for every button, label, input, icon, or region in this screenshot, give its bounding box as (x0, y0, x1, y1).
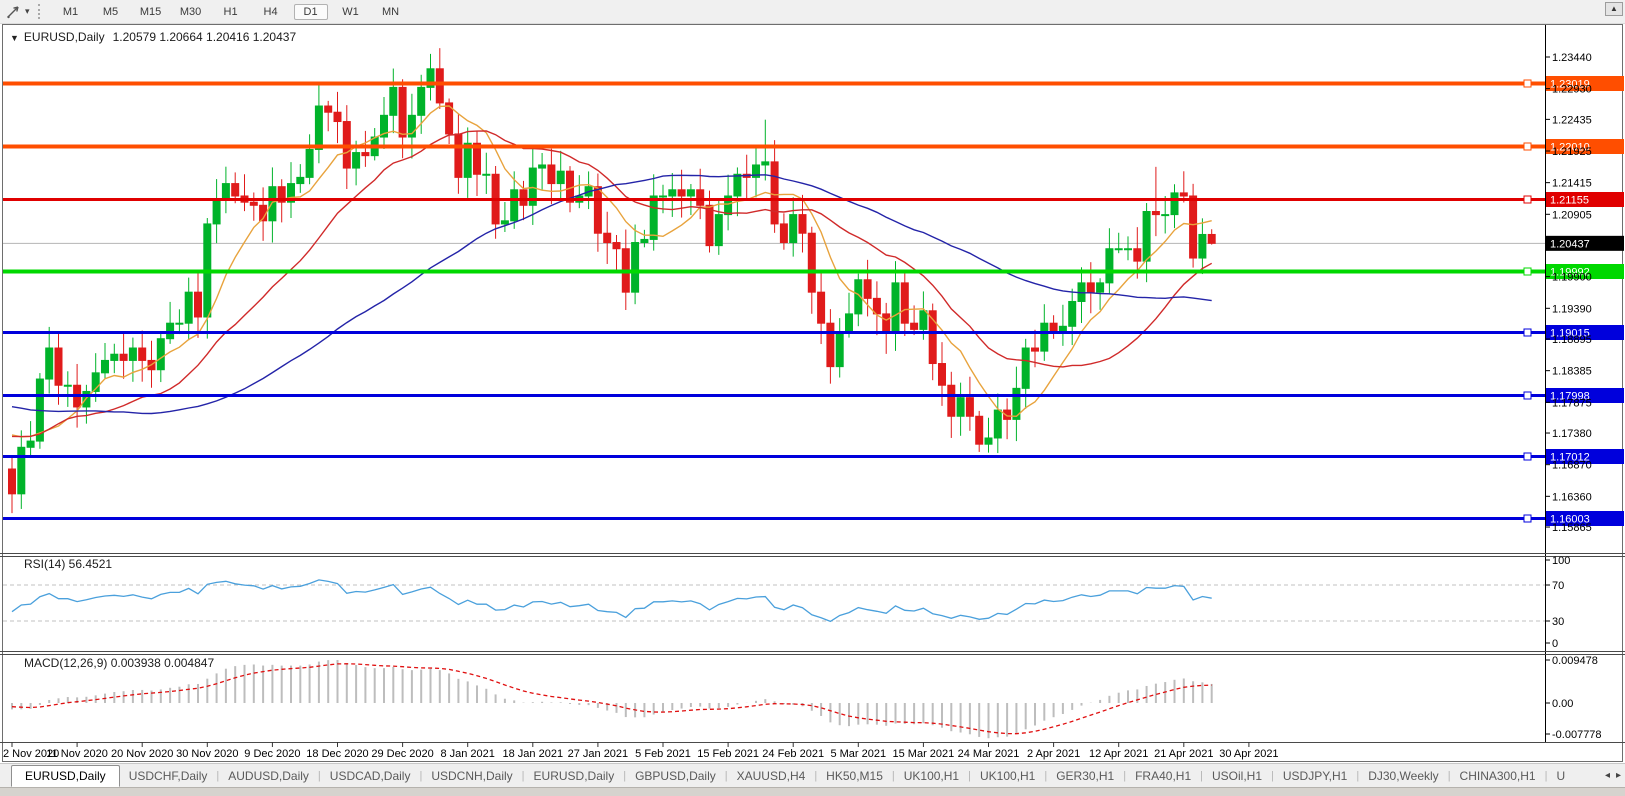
tab-ger30-h1[interactable]: GER30,H1 (1047, 766, 1123, 786)
timeframe-button-h1[interactable]: H1 (214, 4, 248, 20)
chart-ohlc: 1.20579 1.20664 1.20416 1.20437 (113, 30, 297, 44)
tab-uk100-h1[interactable]: UK100,H1 (971, 766, 1044, 786)
svg-text:1.22930: 1.22930 (1552, 84, 1592, 96)
svg-text:0.009478: 0.009478 (1552, 655, 1598, 667)
tab-usdchf-daily[interactable]: USDCHF,Daily (120, 766, 217, 786)
price-chart-canvas[interactable]: 1.230191.220101.211551.199921.190151.179… (0, 0, 1625, 796)
tab-eurusd-daily[interactable]: EURUSD,Daily (11, 765, 120, 787)
svg-text:30 Nov 2020: 30 Nov 2020 (176, 748, 238, 760)
svg-text:100: 100 (1552, 555, 1570, 567)
svg-text:11 Nov 2020: 11 Nov 2020 (46, 748, 108, 760)
macd-title: MACD(12,26,9) 0.003938 0.004847 (24, 656, 214, 670)
svg-text:2 Apr 2021: 2 Apr 2021 (1027, 748, 1080, 760)
svg-text:1.17875: 1.17875 (1552, 397, 1592, 409)
chart-symbol: EURUSD,Daily (24, 30, 105, 44)
toolbar-grip (38, 4, 43, 19)
rsi-title: RSI(14) 56.4521 (24, 557, 112, 571)
svg-text:0: 0 (1552, 638, 1558, 650)
chevron-down-icon[interactable]: ▾ (25, 6, 30, 17)
timeframe-button-m15[interactable]: M15 (134, 4, 168, 20)
svg-text:1.16360: 1.16360 (1552, 491, 1592, 503)
level-handle[interactable] (1524, 392, 1531, 399)
scroll-up-button[interactable]: ▲ (1605, 2, 1623, 16)
svg-text:24 Mar 2021: 24 Mar 2021 (958, 748, 1020, 760)
svg-text:1.19390: 1.19390 (1552, 303, 1592, 315)
svg-text:18 Dec 2020: 18 Dec 2020 (306, 748, 368, 760)
svg-text:1.23440: 1.23440 (1552, 52, 1592, 64)
tab-hk50-m15[interactable]: HK50,M15 (817, 766, 892, 786)
tab-eurusd-daily[interactable]: EURUSD,Daily (525, 766, 624, 786)
svg-text:29 Dec 2020: 29 Dec 2020 (371, 748, 433, 760)
chart-tabbar: EURUSD,DailyUSDCHF,Daily|AUDUSD,Daily|US… (0, 763, 1625, 787)
mt4-chart-window: 1.230191.220101.211551.199921.190151.179… (0, 0, 1625, 796)
level-handle[interactable] (1524, 329, 1531, 336)
svg-text:1.16870: 1.16870 (1552, 460, 1592, 472)
timeframe-buttons: M1 M5 M15 M30 H1 H4 D1 W1 MN (51, 4, 411, 20)
timeframe-button-h4[interactable]: H4 (254, 4, 288, 20)
level-handle[interactable] (1524, 453, 1531, 460)
chart-title: ▼ EURUSD,Daily 1.20579 1.20664 1.20416 1.2… (10, 30, 296, 44)
tab-usdjpy-h1[interactable]: USDJPY,H1 (1274, 766, 1356, 786)
svg-text:9 Dec 2020: 9 Dec 2020 (244, 748, 300, 760)
tab-gbpusd-daily[interactable]: GBPUSD,Daily (626, 766, 725, 786)
level-handle[interactable] (1524, 196, 1531, 203)
svg-text:5 Feb 2021: 5 Feb 2021 (635, 748, 691, 760)
svg-text:1.19900: 1.19900 (1552, 272, 1592, 284)
svg-text:1.21925: 1.21925 (1552, 146, 1592, 158)
timeframe-button-w1[interactable]: W1 (334, 4, 368, 20)
top-toolbar: ▾ M1 M5 M15 M30 H1 H4 D1 W1 MN ▲ (0, 0, 1625, 24)
tab-dj30-weekly[interactable]: DJ30,Weekly (1359, 766, 1447, 786)
svg-text:8 Jan 2021: 8 Jan 2021 (440, 748, 494, 760)
level-handle[interactable] (1524, 80, 1531, 87)
svg-text:1.20905: 1.20905 (1552, 209, 1592, 221)
status-strip (0, 787, 1625, 796)
svg-text:1.18385: 1.18385 (1552, 366, 1592, 378)
svg-text:1.18895: 1.18895 (1552, 334, 1592, 346)
chart-frame (3, 25, 1623, 762)
level-handle[interactable] (1524, 268, 1531, 275)
svg-text:1.17380: 1.17380 (1552, 428, 1592, 440)
tab-usdcad-daily[interactable]: USDCAD,Daily (321, 766, 420, 786)
svg-text:1.15865: 1.15865 (1552, 522, 1592, 534)
tab-scroll-left-icon[interactable]: ◂ (1605, 770, 1610, 781)
svg-text:1.20437: 1.20437 (1550, 238, 1590, 250)
svg-text:5 Mar 2021: 5 Mar 2021 (830, 748, 886, 760)
tab-usdcnh-daily[interactable]: USDCNH,Daily (422, 766, 521, 786)
tab-xauusd-h4[interactable]: XAUUSD,H4 (728, 766, 815, 786)
tab-u[interactable]: U (1547, 766, 1574, 786)
svg-text:20 Nov 2020: 20 Nov 2020 (111, 748, 173, 760)
tab-china300-h1[interactable]: CHINA300,H1 (1451, 766, 1545, 786)
tab-audusd-daily[interactable]: AUDUSD,Daily (219, 766, 318, 786)
svg-text:1.21155: 1.21155 (1550, 195, 1589, 207)
tab-usoil-h1[interactable]: USOil,H1 (1203, 766, 1271, 786)
crosshair-tool-icon[interactable] (3, 3, 25, 21)
svg-text:30 Apr 2021: 30 Apr 2021 (1219, 748, 1278, 760)
timeframe-button-m5[interactable]: M5 (94, 4, 128, 20)
svg-text:1.22435: 1.22435 (1552, 114, 1592, 126)
level-handle[interactable] (1524, 515, 1531, 522)
svg-text:15 Mar 2021: 15 Mar 2021 (893, 748, 955, 760)
svg-text:12 Apr 2021: 12 Apr 2021 (1089, 748, 1148, 760)
svg-text:18 Jan 2021: 18 Jan 2021 (503, 748, 564, 760)
svg-text:1.21415: 1.21415 (1552, 178, 1592, 190)
tab-fra40-h1[interactable]: FRA40,H1 (1126, 766, 1200, 786)
svg-text:15 Feb 2021: 15 Feb 2021 (697, 748, 759, 760)
svg-text:70: 70 (1552, 580, 1564, 592)
level-handle[interactable] (1524, 143, 1531, 150)
collapse-arrow-icon[interactable]: ▼ (10, 33, 19, 43)
svg-text:24 Feb 2021: 24 Feb 2021 (762, 748, 824, 760)
timeframe-button-m1[interactable]: M1 (54, 4, 88, 20)
svg-text:30: 30 (1552, 616, 1564, 628)
svg-text:27 Jan 2021: 27 Jan 2021 (568, 748, 629, 760)
svg-text:-0.007778: -0.007778 (1552, 729, 1602, 741)
svg-text:21 Apr 2021: 21 Apr 2021 (1154, 748, 1213, 760)
tab-uk100-h1[interactable]: UK100,H1 (895, 766, 968, 786)
timeframe-button-m30[interactable]: M30 (174, 4, 208, 20)
tab-scroll-arrows: ◂ ▸ (1601, 764, 1625, 787)
timeframe-button-mn[interactable]: MN (374, 4, 408, 20)
timeframe-button-d1[interactable]: D1 (294, 4, 328, 20)
tab-scroll-right-icon[interactable]: ▸ (1616, 770, 1621, 781)
svg-text:0.00: 0.00 (1552, 698, 1573, 710)
